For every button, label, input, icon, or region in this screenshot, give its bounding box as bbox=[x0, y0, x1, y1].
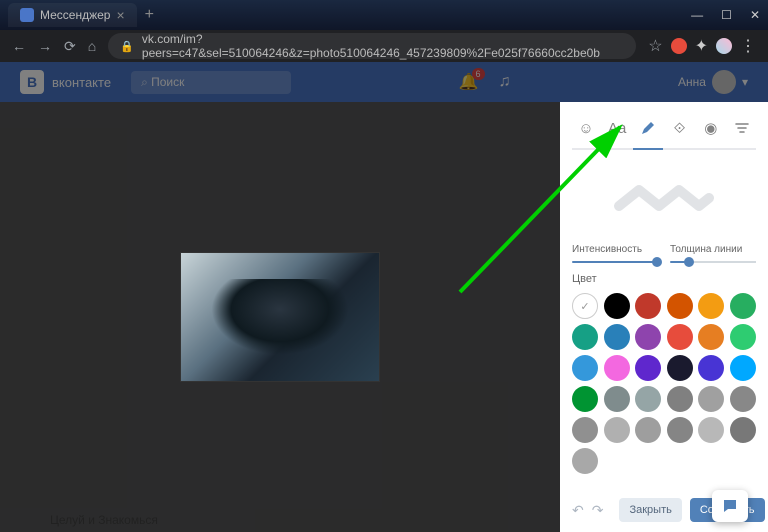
lock-icon: 🔒 bbox=[120, 40, 134, 53]
new-tab-button[interactable]: + bbox=[145, 6, 154, 24]
color-swatch[interactable] bbox=[635, 293, 661, 319]
url-text: vk.com/im?peers=c47&sel=510064246&z=phot… bbox=[142, 32, 624, 60]
emoji-tab[interactable]: ☺ bbox=[574, 116, 598, 140]
intensity-slider[interactable] bbox=[572, 261, 658, 263]
color-swatch[interactable] bbox=[698, 293, 724, 319]
editor-panel: ☺ Aa ⟐ ◉ Интенсивность bbox=[560, 102, 768, 532]
color-swatch[interactable] bbox=[604, 355, 630, 381]
slider-thumb[interactable] bbox=[684, 257, 694, 267]
vk-logo-icon: B bbox=[20, 70, 44, 94]
photo-editor-overlay: ☺ Aa ⟐ ◉ Интенсивность bbox=[0, 102, 768, 532]
profile-avatar[interactable] bbox=[716, 38, 732, 54]
color-swatch[interactable] bbox=[635, 355, 661, 381]
vk-search-input[interactable]: ⌕ Поиск bbox=[131, 71, 291, 94]
translate-icon[interactable]: ☆ bbox=[648, 36, 662, 56]
home-button[interactable]: ⌂ bbox=[88, 38, 96, 54]
thickness-label: Толщина линии bbox=[670, 244, 756, 255]
tab-title: Мессенджер bbox=[40, 8, 110, 22]
minimize-button[interactable]: — bbox=[691, 8, 703, 22]
tab-favicon bbox=[20, 8, 34, 22]
redo-button[interactable]: ↷ bbox=[592, 502, 604, 519]
tool-tabs: ☺ Aa ⟐ ◉ bbox=[572, 112, 756, 148]
intensity-label: Интенсивность bbox=[572, 244, 658, 255]
user-menu[interactable]: Анна ▾ bbox=[678, 70, 748, 94]
color-swatch[interactable] bbox=[604, 417, 630, 443]
filters-tab[interactable] bbox=[730, 116, 754, 140]
extensions: ☆ ✦ ⋮ bbox=[648, 36, 756, 56]
blur-tab[interactable]: ◉ bbox=[699, 116, 723, 140]
tab-indicator bbox=[572, 148, 756, 150]
color-swatch[interactable] bbox=[698, 386, 724, 412]
color-swatch[interactable] bbox=[667, 355, 693, 381]
color-swatch-white[interactable]: ✓ bbox=[572, 293, 598, 319]
photo-preview bbox=[180, 252, 380, 382]
color-swatch[interactable] bbox=[698, 355, 724, 381]
forward-button[interactable]: → bbox=[38, 38, 52, 54]
color-swatch[interactable] bbox=[572, 386, 598, 412]
vk-header: B вконтакте ⌕ Поиск 🔔6 ♫ Анна ▾ bbox=[0, 62, 768, 102]
color-swatch[interactable] bbox=[572, 448, 598, 474]
brush-preview bbox=[572, 162, 756, 234]
photo-canvas-area[interactable] bbox=[0, 102, 560, 532]
extension-icon-1[interactable] bbox=[671, 38, 687, 54]
crop-tab[interactable]: ⟐ bbox=[668, 116, 692, 140]
color-swatch[interactable] bbox=[730, 417, 756, 443]
color-swatch[interactable] bbox=[635, 417, 661, 443]
window-controls: — ☐ ✕ bbox=[691, 8, 760, 22]
notification-badge: 6 bbox=[472, 68, 485, 80]
color-swatch[interactable] bbox=[572, 355, 598, 381]
color-palette: ✓ bbox=[572, 293, 756, 474]
back-button[interactable]: ← bbox=[12, 38, 26, 54]
color-swatch[interactable] bbox=[635, 324, 661, 350]
color-swatch[interactable] bbox=[667, 417, 693, 443]
browser-tab[interactable]: Мессенджер × bbox=[8, 3, 137, 27]
color-swatch[interactable] bbox=[572, 417, 598, 443]
slider-thumb[interactable] bbox=[652, 257, 662, 267]
color-section-label: Цвет bbox=[572, 273, 756, 285]
main-content: Целуй и Знакомься ☺ Aa ⟐ ◉ bbox=[0, 102, 768, 532]
window-titlebar: Мессенджер × + — ☐ ✕ bbox=[0, 0, 768, 30]
url-input[interactable]: 🔒 vk.com/im?peers=c47&sel=510064246&z=ph… bbox=[108, 33, 636, 59]
color-swatch[interactable] bbox=[604, 386, 630, 412]
color-swatch[interactable] bbox=[730, 324, 756, 350]
tab-close-icon[interactable]: × bbox=[116, 7, 124, 23]
chevron-down-icon: ▾ bbox=[742, 75, 748, 89]
color-swatch[interactable] bbox=[635, 386, 661, 412]
color-swatch[interactable] bbox=[730, 386, 756, 412]
color-swatch[interactable] bbox=[604, 293, 630, 319]
color-swatch[interactable] bbox=[698, 417, 724, 443]
maximize-button[interactable]: ☐ bbox=[721, 8, 732, 22]
color-swatch[interactable] bbox=[730, 293, 756, 319]
notifications-icon[interactable]: 🔔6 bbox=[459, 72, 479, 92]
color-swatch[interactable] bbox=[604, 324, 630, 350]
vk-brand-text: вконтакте bbox=[52, 75, 111, 90]
color-swatch[interactable] bbox=[667, 324, 693, 350]
extensions-menu-icon[interactable]: ✦ bbox=[695, 36, 708, 56]
music-icon[interactable]: ♫ bbox=[499, 73, 511, 91]
address-bar: ← → ⟳ ⌂ 🔒 vk.com/im?peers=c47&sel=510064… bbox=[0, 30, 768, 62]
menu-icon[interactable]: ⋮ bbox=[740, 36, 756, 56]
color-swatch[interactable] bbox=[667, 386, 693, 412]
user-avatar bbox=[712, 70, 736, 94]
color-swatch[interactable] bbox=[730, 355, 756, 381]
draw-tab[interactable] bbox=[636, 116, 660, 140]
color-swatch[interactable] bbox=[667, 293, 693, 319]
chat-widget[interactable] bbox=[712, 490, 748, 522]
close-button[interactable]: ✕ bbox=[750, 8, 760, 22]
color-swatch[interactable] bbox=[698, 324, 724, 350]
user-name: Анна bbox=[678, 75, 706, 89]
thickness-slider[interactable] bbox=[670, 261, 756, 263]
color-swatch[interactable] bbox=[572, 324, 598, 350]
reload-button[interactable]: ⟳ bbox=[64, 38, 76, 55]
text-tab[interactable]: Aa bbox=[605, 116, 629, 140]
vk-logo[interactable]: B вконтакте bbox=[20, 70, 111, 94]
undo-button[interactable]: ↶ bbox=[572, 502, 584, 519]
close-button[interactable]: Закрыть bbox=[619, 498, 681, 522]
